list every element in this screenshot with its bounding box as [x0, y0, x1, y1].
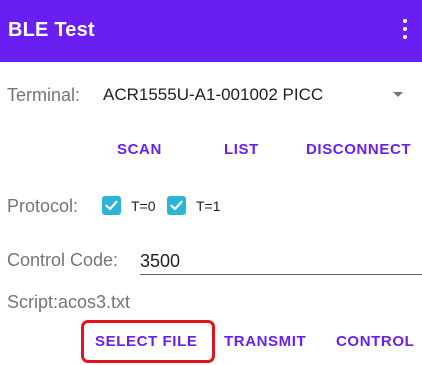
- checkbox-t0-label: T=0: [131, 198, 156, 214]
- protocol-label: Protocol:: [7, 196, 79, 216]
- control-button[interactable]: CONTROL: [336, 333, 414, 350]
- more-vert-icon[interactable]: [399, 19, 411, 41]
- checkbox-t1-label: T=1: [196, 198, 221, 214]
- checkbox-t1[interactable]: [167, 196, 186, 215]
- checkbox-t0[interactable]: [102, 196, 121, 215]
- list-button[interactable]: LIST: [224, 141, 259, 158]
- control-code-input[interactable]: [140, 249, 422, 275]
- disconnect-button[interactable]: DISCONNECT: [306, 141, 411, 158]
- highlight-annotation: [81, 320, 215, 363]
- terminal-select[interactable]: ACR1555U-A1-001002 PICC: [103, 85, 323, 105]
- app-bar: BLE Test: [0, 0, 422, 62]
- scan-button[interactable]: SCAN: [117, 141, 162, 158]
- check-icon: [105, 200, 118, 211]
- terminal-label: Terminal:: [7, 85, 81, 105]
- check-icon: [170, 200, 183, 211]
- transmit-button[interactable]: TRANSMIT: [224, 333, 306, 350]
- app-title: BLE Test: [8, 19, 95, 41]
- script-label: Script:acos3.txt: [7, 292, 131, 312]
- dropdown-arrow-icon[interactable]: [393, 92, 403, 97]
- control-code-label: Control Code:: [7, 250, 119, 270]
